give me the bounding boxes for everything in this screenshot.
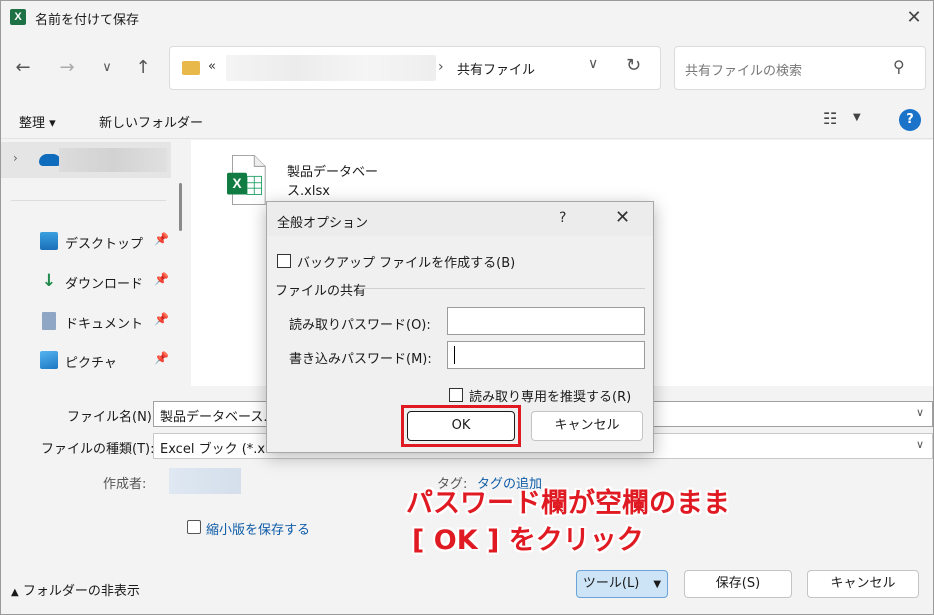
- write-password-field[interactable]: [447, 341, 645, 369]
- view-options-icon[interactable]: ☷: [823, 109, 837, 128]
- svg-text:X: X: [232, 176, 241, 191]
- search-box[interactable]: 共有ファイルの検索 ⚲: [674, 46, 926, 90]
- navigation-pane: › デスクトップ 📌 ↓ ダウンロード 📌 ドキュメント 📌 ピクチャ 📌: [1, 140, 189, 386]
- address-bar[interactable]: « › 共有ファイル ∨ ↻: [169, 46, 661, 90]
- desktop-icon: [40, 232, 58, 250]
- tools-button[interactable]: ツール(L) ▼: [576, 570, 668, 598]
- tools-label: ツール(L): [582, 576, 640, 591]
- sidebar-scrollbar[interactable]: [179, 183, 182, 231]
- annotation-line-2: [ OK ] をクリック: [412, 525, 644, 556]
- help-icon[interactable]: ?: [559, 210, 566, 226]
- pin-icon[interactable]: 📌: [154, 232, 169, 246]
- onedrive-label-redacted: [59, 148, 167, 172]
- sidebar-item-label: ドキュメント: [65, 317, 144, 332]
- organize-menu[interactable]: 整理 ▾: [19, 112, 56, 131]
- address-redacted: [226, 55, 436, 81]
- chevron-down-icon[interactable]: ∨: [588, 56, 598, 72]
- dialog-title-bar: 全般オプション ? ✕: [267, 202, 653, 236]
- filetype-label: ファイルの種類(T):: [41, 442, 155, 457]
- save-button[interactable]: 保存(S): [684, 570, 792, 598]
- close-icon[interactable]: ✕: [901, 6, 927, 30]
- folder-icon: [182, 61, 200, 75]
- close-icon[interactable]: ✕: [615, 207, 630, 228]
- up-arrow-icon[interactable]: ↑: [129, 54, 157, 82]
- hide-folders-toggle[interactable]: ▲ フォルダーの非表示: [11, 580, 140, 599]
- excel-file-icon: X: [227, 155, 266, 205]
- breadcrumb-separator-icon: ›: [438, 59, 444, 75]
- picture-icon: [40, 351, 58, 369]
- sidebar-item-onedrive[interactable]: ›: [1, 142, 171, 178]
- pin-icon[interactable]: 📌: [154, 351, 169, 365]
- sidebar-item-label: ダウンロード: [65, 277, 144, 292]
- back-arrow-icon[interactable]: ←: [9, 54, 37, 82]
- refresh-icon[interactable]: ↻: [626, 55, 641, 76]
- chevron-right-icon[interactable]: ›: [13, 151, 18, 165]
- command-bar: 整理 ▾ 新しいフォルダー ☷ ▼ ?: [1, 101, 933, 139]
- text-cursor: [454, 346, 455, 364]
- file-name: 製品データベース.xlsx: [287, 165, 379, 199]
- ok-button[interactable]: OK: [407, 411, 515, 441]
- address-overflow[interactable]: «: [208, 59, 216, 74]
- window-title: 名前を付けて保存: [35, 13, 140, 28]
- recommend-readonly-label[interactable]: 読み取り専用を推奨する(R): [469, 386, 631, 405]
- title-bar: X 名前を付けて保存 ✕: [1, 1, 933, 35]
- pin-icon[interactable]: 📌: [154, 312, 169, 326]
- dialog-title: 全般オプション: [277, 216, 369, 231]
- breadcrumb-current[interactable]: 共有ファイル: [457, 59, 535, 78]
- search-input[interactable]: 共有ファイルの検索: [685, 60, 802, 79]
- sidebar-item-label: デスクトップ: [65, 237, 144, 252]
- sidebar-item-label: ピクチャ: [65, 356, 117, 371]
- cloud-icon: [39, 154, 61, 166]
- sidebar-item-desktop[interactable]: デスクトップ 📌: [1, 226, 171, 256]
- download-icon: ↓: [41, 271, 57, 291]
- divider: [359, 288, 645, 289]
- pin-icon[interactable]: 📌: [154, 272, 169, 286]
- help-icon[interactable]: ?: [899, 109, 921, 131]
- new-folder-button[interactable]: 新しいフォルダー: [99, 112, 203, 131]
- forward-arrow-icon[interactable]: →: [53, 54, 81, 82]
- chevron-down-icon[interactable]: ∨: [916, 438, 924, 451]
- sidebar-item-documents[interactable]: ドキュメント 📌: [1, 306, 171, 336]
- cancel-button[interactable]: キャンセル: [807, 570, 919, 598]
- backup-checkbox[interactable]: [277, 254, 291, 268]
- annotation-line-1: パスワード欄が空欄のまま: [406, 488, 730, 519]
- recent-locations-chevron-icon[interactable]: ∨: [93, 54, 121, 82]
- caret-down-icon: ▼: [653, 579, 662, 590]
- document-icon: [42, 312, 56, 330]
- filetype-value: Excel ブック (*.xlsx: [160, 442, 284, 457]
- read-password-field[interactable]: [447, 307, 645, 335]
- write-password-label: 書き込みパスワード(M):: [289, 352, 432, 367]
- divider: [11, 200, 166, 201]
- dialog-footer: ▲ フォルダーの非表示 ツール(L) ▼ 保存(S) キャンセル: [1, 548, 933, 614]
- dialog-cancel-button[interactable]: キャンセル: [531, 411, 643, 441]
- save-thumbnail-checkbox[interactable]: [187, 520, 201, 534]
- read-password-label: 読み取りパスワード(O):: [289, 318, 431, 333]
- caret-down-icon[interactable]: ▼: [853, 112, 861, 123]
- general-options-dialog: 全般オプション ? ✕ バックアップ ファイルを作成する(B) ファイルの共有 …: [266, 201, 654, 453]
- filename-value: 製品データベース.xl: [160, 410, 279, 425]
- file-sharing-heading: ファイルの共有: [275, 284, 367, 299]
- sidebar-item-downloads[interactable]: ↓ ダウンロード 📌: [1, 266, 171, 296]
- hide-folders-label: フォルダーの非表示: [22, 584, 140, 599]
- author-label: 作成者:: [103, 477, 147, 492]
- chevron-down-icon[interactable]: ∨: [916, 406, 924, 419]
- search-icon[interactable]: ⚲: [893, 57, 905, 76]
- author-value-redacted[interactable]: [169, 468, 241, 494]
- sidebar-item-pictures[interactable]: ピクチャ 📌: [1, 345, 171, 375]
- backup-label[interactable]: バックアップ ファイルを作成する(B): [297, 252, 515, 271]
- save-thumbnail-label[interactable]: 縮小版を保存する: [206, 519, 310, 538]
- filename-label: ファイル名(N):: [67, 410, 157, 425]
- recommend-readonly-checkbox[interactable]: [449, 388, 463, 402]
- excel-app-icon: X: [10, 9, 26, 25]
- caret-up-icon: ▲: [11, 587, 19, 598]
